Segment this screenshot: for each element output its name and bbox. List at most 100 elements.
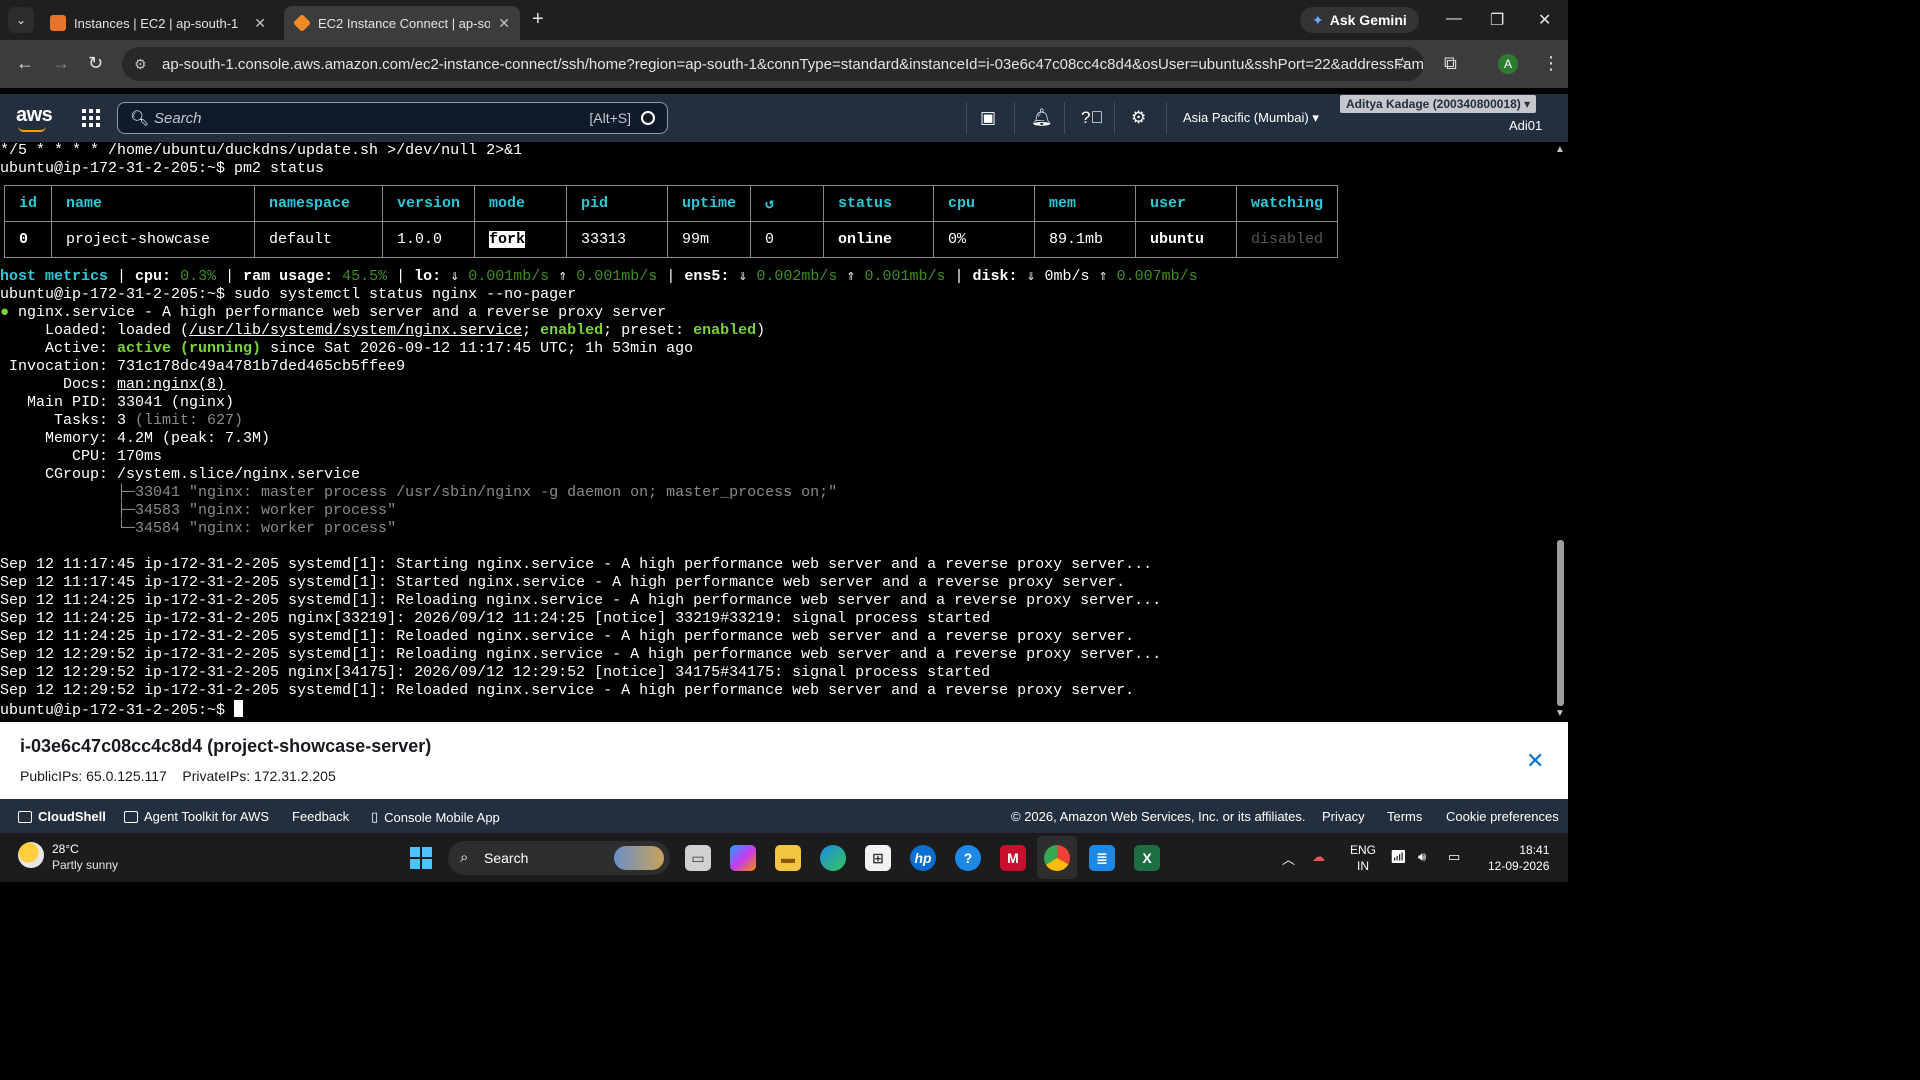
terminal-line: Invocation: 731c178dc49a4781b7ded465cb5f… (0, 358, 406, 375)
region-selector[interactable]: Asia Pacific (Mumbai) ▾ (1183, 110, 1319, 126)
terminal-line: ubuntu@ip-172-31-2-205:~$ pm2 status (0, 160, 325, 177)
search-shortcut: [Alt+S] (589, 110, 631, 126)
hp-icon[interactable]: hp (910, 845, 936, 871)
wifi-icon[interactable]: 📶︎ (1390, 849, 1407, 865)
help-app-icon[interactable]: ? (955, 845, 981, 871)
language-indicator[interactable]: ENG IN (1350, 842, 1376, 874)
address-bar-row: ← → ↻ ⚙ ap-south-1.console.aws.amazon.co… (0, 40, 1568, 88)
store-icon[interactable]: ⊞ (865, 845, 891, 871)
volume-icon[interactable]: 🔊︎ (1418, 849, 1426, 865)
column-header: namespace (254, 185, 384, 222)
services-menu-icon[interactable] (82, 109, 100, 127)
settings-gear-icon[interactable]: ⚙ (1131, 108, 1146, 128)
bookmark-star-icon[interactable]: ☆ (1395, 54, 1410, 74)
profile-avatar[interactable]: A (1498, 54, 1518, 74)
cookie-preferences-link[interactable]: Cookie preferences (1446, 809, 1559, 824)
aws-logo[interactable]: aws (16, 104, 53, 132)
battery-icon[interactable]: ▭ (1448, 849, 1460, 865)
chevron-down-icon: ⌄ (15, 13, 27, 27)
close-tab-icon[interactable]: ✕ (498, 15, 510, 32)
ask-gemini-label: Ask Gemini (1329, 12, 1407, 28)
privacy-link[interactable]: Privacy (1322, 809, 1365, 824)
cloudshell-icon[interactable]: ▣ (980, 108, 996, 128)
terminal-line: Main PID: 33041 (nginx) (0, 394, 235, 411)
table-cell: disabled (1236, 221, 1339, 258)
edge-icon[interactable] (820, 845, 846, 871)
notepad-icon[interactable]: ≣ (1089, 845, 1115, 871)
status-dot-icon: ● (0, 304, 10, 321)
weather-desc[interactable]: Partly sunny (52, 858, 118, 872)
table-cell: ubuntu (1135, 221, 1238, 258)
mobile-app-link[interactable]: ▯ Console Mobile App (371, 809, 500, 825)
console-search-input[interactable]: 🔍︎ Search [Alt+S] (117, 102, 668, 134)
host-metrics-line: host metrics | cpu: 0.3% | ram usage: 45… (0, 268, 1198, 285)
cloudshell-button[interactable]: CloudShell (18, 809, 106, 824)
site-info-icon[interactable]: ⚙ (134, 56, 147, 73)
forward-icon[interactable]: → (52, 53, 70, 74)
journal-line: Sep 12 12:29:52 ip-172-31-2-205 nginx[34… (0, 664, 991, 681)
url-input[interactable]: ⚙ ap-south-1.console.aws.amazon.com/ec2-… (122, 47, 1424, 81)
column-header: mem (1034, 185, 1137, 222)
terminal-line: Loaded: loaded (/usr/lib/systemd/system/… (0, 322, 766, 339)
back-icon[interactable]: ← (16, 53, 34, 74)
file-explorer-icon[interactable]: ▬ (775, 845, 801, 871)
mcafee-icon[interactable]: M (1000, 845, 1026, 871)
journal-line: Sep 12 12:29:52 ip-172-31-2-205 systemd[… (0, 646, 1162, 663)
weather-icon[interactable] (18, 842, 44, 868)
search-settings-icon (641, 111, 655, 125)
browser-tab-bar: ⌄ Instances | EC2 | ap-south-1 ✕ EC2 Ins… (0, 0, 1568, 40)
journal-line: Sep 12 11:17:45 ip-172-31-2-205 systemd[… (0, 556, 1153, 573)
chrome-icon[interactable] (1044, 845, 1070, 871)
aws-favicon-icon (50, 15, 66, 31)
status-cell: online (823, 221, 935, 258)
terms-link[interactable]: Terms (1387, 809, 1422, 824)
mobile-phone-icon: ▯ (371, 809, 379, 824)
agent-toolkit-button[interactable]: Agent Toolkit for AWS (124, 809, 269, 824)
terminal-cursor (234, 700, 244, 717)
column-header: user (1135, 185, 1238, 222)
table-cell: 0 (3, 221, 53, 258)
reload-icon[interactable]: ↻ (88, 53, 103, 74)
table-cell: 89.1mb (1034, 221, 1137, 258)
terminal-scrollbar[interactable]: ▲ ▼ (1552, 142, 1568, 722)
new-tab-button[interactable]: + (532, 8, 544, 31)
ask-gemini-button[interactable]: ✦ Ask Gemini (1300, 7, 1419, 33)
extensions-icon[interactable]: ⧉ (1444, 53, 1457, 74)
account-menu[interactable]: Aditya Kadage (200340800018) ▾ (1340, 95, 1537, 113)
mode-badge: fork (489, 231, 526, 248)
copilot-icon[interactable] (730, 845, 756, 871)
scrollbar-thumb[interactable] (1557, 540, 1564, 706)
tab-search-button[interactable]: ⌄ (8, 7, 34, 33)
scroll-down-icon[interactable]: ▼ (1555, 708, 1565, 719)
restore-icon[interactable]: ❐ (1490, 10, 1504, 30)
pm2-status-table: id name namespace version mode pid uptim… (3, 185, 1339, 258)
tab-instances[interactable]: Instances | EC2 | ap-south-1 ✕ (40, 6, 276, 40)
excel-icon[interactable]: X (1134, 845, 1160, 871)
weather-temp[interactable]: 28°C (52, 842, 79, 856)
browser-menu-icon[interactable]: ⋮ (1542, 53, 1560, 74)
help-icon[interactable]: ?⃝ (1081, 108, 1103, 128)
close-panel-icon[interactable]: ✕ (1526, 748, 1544, 774)
table-cell: 0% (933, 221, 1036, 258)
notifications-bell-icon[interactable]: 🔔︎ (1031, 108, 1053, 128)
task-view-icon[interactable]: ▭ (685, 845, 711, 871)
onedrive-icon[interactable]: ☁ (1312, 849, 1325, 865)
system-clock[interactable]: 18:41 12-09-2026 (1488, 842, 1549, 874)
ssh-terminal[interactable]: */5 * * * * /home/ubuntu/duckdns/update.… (0, 142, 1552, 722)
minimize-icon[interactable]: — (1446, 10, 1462, 28)
column-header: uptime (667, 185, 752, 222)
terminal-prompt[interactable]: ubuntu@ip-172-31-2-205:~$ (0, 700, 244, 719)
scroll-up-icon[interactable]: ▲ (1555, 144, 1565, 155)
tab-ec2-instance-connect[interactable]: EC2 Instance Connect | ap-south-1 ✕ (284, 6, 520, 40)
tab-title: Instances | EC2 | ap-south-1 (74, 15, 239, 31)
start-button[interactable] (410, 847, 432, 869)
terminal-line: CPU: 170ms (0, 448, 163, 465)
gemini-sparkle-icon: ✦ (1312, 11, 1324, 28)
column-header: cpu (933, 185, 1036, 222)
close-window-icon[interactable]: ✕ (1538, 10, 1551, 30)
search-placeholder: Search (154, 109, 202, 127)
taskbar-search[interactable]: ⌕ Search (448, 841, 670, 875)
feedback-link[interactable]: Feedback (292, 809, 349, 824)
show-hidden-icons[interactable]: ︿ (1282, 849, 1295, 868)
close-tab-icon[interactable]: ✕ (254, 15, 266, 32)
